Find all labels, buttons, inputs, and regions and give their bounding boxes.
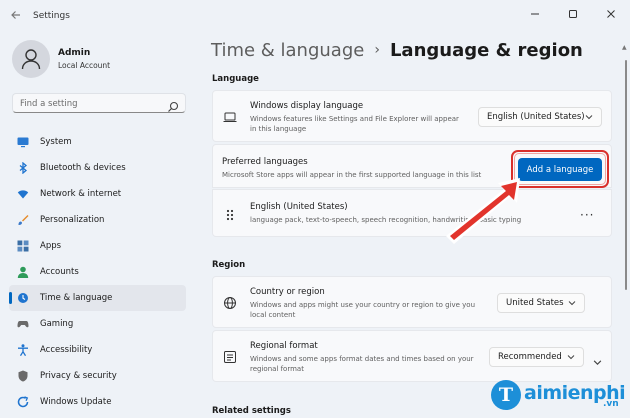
- avatar[interactable]: [12, 40, 50, 78]
- display-language-card: Windows display language Windows feature…: [212, 90, 612, 142]
- search-input[interactable]: Find a setting: [20, 99, 78, 109]
- sidebar-item-label: Accessibility: [40, 345, 93, 355]
- watermark-badge: T: [491, 380, 521, 410]
- search-icon[interactable]: [167, 98, 179, 112]
- regional-format-card[interactable]: Regional format Windows and some apps fo…: [212, 330, 612, 382]
- country-region-title: Country or region: [250, 287, 325, 297]
- display-language-dropdown[interactable]: English (United States): [478, 107, 602, 127]
- sidebar-item-label: Apps: [40, 241, 62, 251]
- drag-handle-icon[interactable]: [223, 207, 237, 221]
- person-icon: [21, 49, 41, 70]
- sidebar-item-privacy[interactable]: Privacy & security: [9, 363, 186, 389]
- apps-icon: [17, 240, 29, 252]
- section-label-region: Region: [212, 260, 246, 270]
- gamepad-icon: [17, 318, 29, 330]
- wifi-icon: [17, 188, 29, 200]
- dropdown-value: English (United States): [487, 112, 585, 122]
- watermark-suffix: .vn: [603, 399, 619, 409]
- accessibility-icon: [17, 344, 29, 356]
- display-language-title: Windows display language: [250, 101, 364, 111]
- format-icon: [223, 349, 237, 363]
- sidebar-item-gaming[interactable]: Gaming: [9, 311, 186, 337]
- sidebar-item-label: Time & language: [40, 293, 113, 303]
- sidebar-item-accessibility[interactable]: Accessibility: [9, 337, 186, 363]
- minimize-button[interactable]: [516, 0, 554, 28]
- sidebar-item-label: Bluetooth & devices: [40, 163, 126, 173]
- close-icon: [607, 10, 615, 18]
- expand-chevron-icon[interactable]: [593, 352, 602, 365]
- back-arrow-icon[interactable]: [10, 9, 24, 23]
- country-region-dropdown[interactable]: United States: [497, 293, 585, 313]
- update-icon: [17, 396, 29, 408]
- chevron-down-icon: [585, 115, 593, 120]
- bluetooth-icon: [17, 162, 29, 174]
- sidebar-item-apps[interactable]: Apps: [9, 233, 186, 259]
- person-icon: [17, 266, 29, 278]
- sidebar-item-label: System: [40, 137, 72, 147]
- page-title: Language & region: [389, 40, 583, 61]
- add-language-button[interactable]: Add a language: [518, 158, 602, 181]
- window-title: Settings: [33, 11, 70, 21]
- laptop-icon: [223, 109, 237, 123]
- sidebar-item-label: Accounts: [40, 267, 79, 277]
- scroll-up-icon[interactable]: ▲: [622, 44, 627, 51]
- sidebar-item-label: Network & internet: [40, 189, 122, 199]
- sidebar-item-personalization[interactable]: Personalization: [9, 207, 186, 233]
- sidebar-item-windows-update[interactable]: Windows Update: [9, 389, 186, 415]
- dropdown-value: United States: [506, 298, 564, 308]
- installed-language-title: English (United States): [250, 202, 348, 212]
- preferred-languages-title: Preferred languages: [222, 157, 308, 167]
- sidebar-item-label: Windows Update: [40, 397, 112, 407]
- user-name: Admin: [58, 48, 91, 58]
- installed-language-row[interactable]: English (United States) language pack, t…: [212, 189, 612, 237]
- regional-format-title: Regional format: [250, 341, 318, 351]
- main-content: Time & language › Language & region Langua…: [198, 34, 630, 418]
- brush-icon: [17, 214, 29, 226]
- sidebar-item-accounts[interactable]: Accounts: [9, 259, 186, 285]
- globe-icon: [223, 295, 237, 309]
- sidebar-item-network[interactable]: Network & internet: [9, 181, 186, 207]
- dropdown-value: Recommended: [498, 352, 562, 362]
- account-type: Local Account: [58, 61, 111, 70]
- display-language-description: Windows features like Settings and File …: [250, 115, 459, 133]
- minimize-icon: [531, 13, 539, 15]
- breadcrumb: Time & language › Language & region: [211, 40, 583, 61]
- country-region-description: Windows and apps might use your country …: [250, 301, 476, 319]
- regional-format-description: Windows and some apps format dates and t…: [250, 355, 474, 373]
- annotation-arrow: [446, 178, 520, 244]
- maximize-icon: [569, 10, 577, 18]
- globe-clock-icon: [17, 292, 29, 304]
- breadcrumb-parent[interactable]: Time & language: [211, 40, 364, 61]
- search-box[interactable]: Find a setting: [12, 93, 186, 113]
- more-options-icon[interactable]: ···: [580, 208, 594, 222]
- chevron-down-icon: [567, 355, 575, 360]
- sidebar-item-label: Personalization: [40, 215, 105, 225]
- section-label-language: Language: [212, 74, 259, 84]
- sidebar: Admin Local Account Find a setting Syste…: [0, 34, 198, 418]
- monitor-icon: [17, 136, 29, 148]
- sidebar-item-time-language[interactable]: Time & language: [9, 285, 186, 311]
- regional-format-dropdown[interactable]: Recommended: [489, 347, 584, 367]
- breadcrumb-separator: ›: [374, 42, 380, 58]
- maximize-button[interactable]: [554, 0, 592, 28]
- sidebar-item-system[interactable]: System: [9, 129, 186, 155]
- window-controls: [516, 0, 630, 28]
- title-bar: Settings: [0, 0, 630, 34]
- shield-icon: [17, 370, 29, 382]
- sidebar-item-label: Privacy & security: [40, 371, 117, 381]
- sidebar-nav: System Bluetooth & devices Network & int…: [9, 129, 186, 415]
- country-region-card: Country or region Windows and apps might…: [212, 276, 612, 328]
- chevron-down-icon: [568, 301, 576, 306]
- scrollbar-thumb[interactable]: [625, 60, 627, 290]
- sidebar-item-label: Gaming: [40, 319, 74, 329]
- close-button[interactable]: [592, 0, 630, 28]
- sidebar-item-bluetooth[interactable]: Bluetooth & devices: [9, 155, 186, 181]
- section-label-related-settings: Related settings: [212, 406, 291, 416]
- watermark-logo: T aimienphi .vn: [491, 378, 626, 416]
